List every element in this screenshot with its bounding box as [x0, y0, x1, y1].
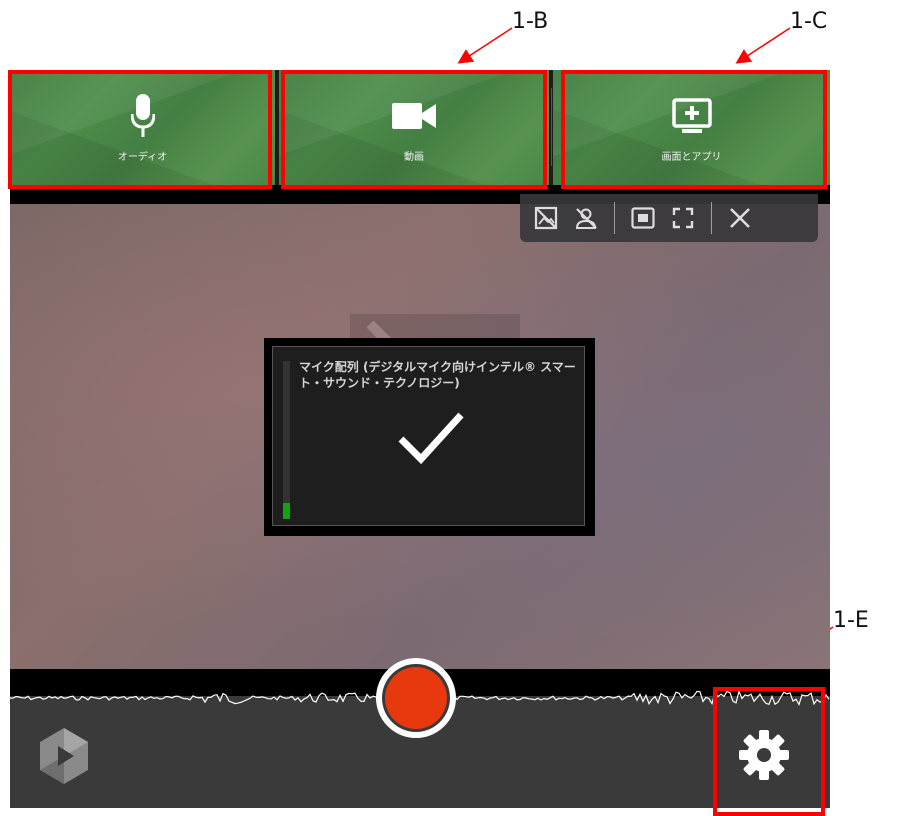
audio-mode-label: オーディオ — [117, 152, 168, 163]
callout-label-1b: 1-B — [512, 9, 549, 34]
app-logo-icon — [34, 726, 94, 790]
screen-and-apps-mode-button[interactable]: 画面とアプリ — [553, 70, 830, 185]
audio-mode-button[interactable]: オーディオ — [10, 70, 275, 185]
callout-label-1e: 1-E — [833, 608, 869, 633]
picture-in-picture-icon[interactable] — [623, 198, 663, 238]
callout-label-1c: 1-C — [790, 9, 828, 34]
toolbar-separator — [711, 202, 712, 234]
mic-level-fill — [283, 503, 290, 519]
toolbar-separator — [614, 202, 615, 234]
camera-off-icon[interactable] — [526, 198, 566, 238]
checkmark-icon — [398, 412, 464, 465]
recorder-app: オーディオ 動画 画面とアプリ マイク配列 (デジタルマイク向けインテル® スマ… — [10, 70, 830, 808]
microphone-status-inner: マイク配列 (デジタルマイク向けインテル® スマート・サウンド・テクノロジー) — [272, 346, 585, 526]
record-button[interactable] — [376, 658, 456, 738]
close-icon[interactable] — [720, 198, 760, 238]
person-off-icon[interactable] — [566, 198, 606, 238]
video-mode-label: 動画 — [404, 152, 424, 163]
mic-level-meter — [283, 361, 290, 519]
arrow-1c — [735, 27, 791, 64]
mode-bar: オーディオ 動画 画面とアプリ — [10, 70, 830, 185]
settings-gear-icon[interactable] — [738, 729, 790, 785]
arrow-1b — [457, 27, 513, 64]
microphone-status-panel: マイク配列 (デジタルマイク向けインテル® スマート・サウンド・テクノロジー) — [264, 338, 595, 536]
video-overlay-toolbar — [520, 194, 818, 242]
mode-separator — [551, 88, 552, 166]
video-mode-button[interactable]: 動画 — [279, 70, 549, 185]
microphone-icon — [130, 92, 155, 140]
video-camera-icon — [392, 92, 436, 140]
screen-share-icon — [671, 92, 712, 140]
microphone-device-name: マイク配列 (デジタルマイク向けインテル® スマート・サウンド・テクノロジー) — [299, 360, 576, 390]
fullscreen-icon[interactable] — [663, 198, 703, 238]
record-dot-icon — [385, 667, 447, 729]
record-button-ring — [382, 664, 450, 732]
screen-and-apps-mode-label: 画面とアプリ — [661, 152, 722, 163]
